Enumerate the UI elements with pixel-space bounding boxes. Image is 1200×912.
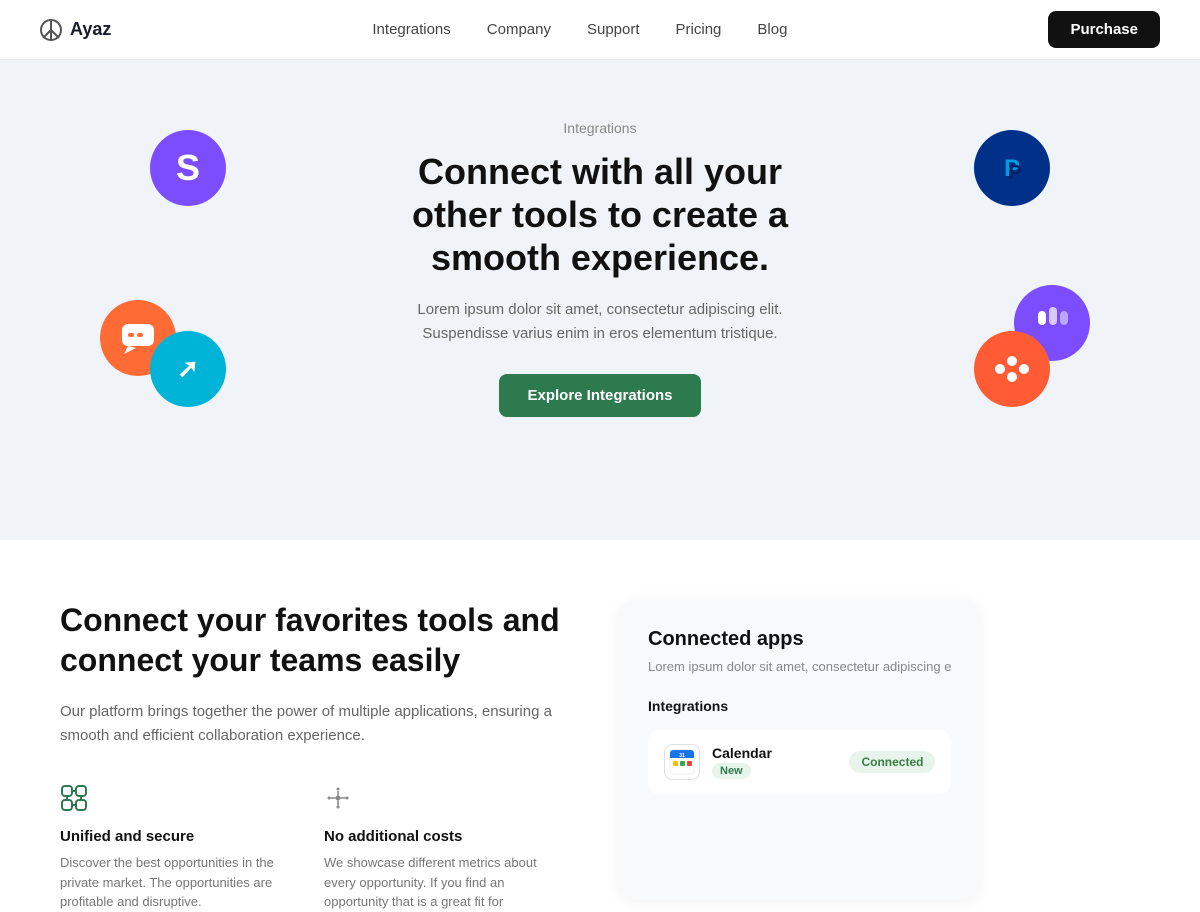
integrations-section: S P P <box>0 60 1200 540</box>
feature-desc-2: We showcase different metrics about ever… <box>324 853 560 912</box>
feature-title-1: Unified and secure <box>60 828 296 845</box>
nav-company[interactable]: Company <box>487 21 551 38</box>
chat-icon <box>100 300 176 376</box>
logo-text: Ayaz <box>70 19 111 40</box>
integrations-desc: Lorem ipsum dolor sit amet, consectetur … <box>380 298 820 346</box>
bottom-title: Connect your favorites tools and connect… <box>60 600 560 680</box>
cmd-icon <box>60 784 296 818</box>
feature-item-1: Unified and secure Discover the best opp… <box>60 784 296 912</box>
integration-name-calendar: Calendar New <box>712 745 772 779</box>
nav-blog[interactable]: Blog <box>757 21 787 38</box>
integration-item-left: 31 Calendar New <box>664 744 772 780</box>
integrations-section-label: Integrations <box>648 698 951 714</box>
connected-status: Connected <box>849 751 935 773</box>
card-title: Connected apps <box>648 628 951 651</box>
purchase-button[interactable]: Purchase <box>1048 11 1160 48</box>
new-badge: New <box>712 763 751 779</box>
logo-icon <box>40 19 62 41</box>
navbar: Ayaz Integrations Company Support Pricin… <box>0 0 1200 60</box>
logo[interactable]: Ayaz <box>40 19 111 41</box>
arrow-icon: ➚ <box>150 331 226 407</box>
features-grid: Unified and secure Discover the best opp… <box>60 784 560 912</box>
bottom-left: Connect your favorites tools and connect… <box>60 600 560 912</box>
feature-desc-1: Discover the best opportunities in the p… <box>60 853 296 912</box>
connected-apps-card: Connected apps Lorem ipsum dolor sit ame… <box>620 600 979 900</box>
svg-text:P: P <box>1008 162 1021 184</box>
svg-text:31: 31 <box>679 753 685 759</box>
paypal-icon: P P <box>974 130 1050 206</box>
sticker-icon <box>1014 285 1090 361</box>
feature-title-2: No additional costs <box>324 828 560 845</box>
svg-text:➚: ➚ <box>177 353 199 383</box>
nav-integrations[interactable]: Integrations <box>372 21 450 38</box>
integrations-label: Integrations <box>380 120 820 136</box>
bottom-desc: Our platform brings together the power o… <box>60 700 560 748</box>
nav-pricing[interactable]: Pricing <box>676 21 722 38</box>
integration-item-calendar: 31 Calendar New Connected <box>648 730 951 794</box>
hubspot-icon <box>974 331 1050 407</box>
integrations-center: Integrations Connect with all your other… <box>380 120 820 417</box>
feature-item-2: No additional costs We showcase differen… <box>324 784 560 912</box>
bottom-section: Connect your favorites tools and connect… <box>0 540 1200 912</box>
nav-support[interactable]: Support <box>587 21 640 38</box>
svg-text:P: P <box>1004 155 1020 182</box>
stars-icon <box>324 784 560 818</box>
explore-integrations-button[interactable]: Explore Integrations <box>499 374 700 417</box>
card-desc: Lorem ipsum dolor sit amet, consectetur … <box>648 659 951 674</box>
gcal-icon: 31 <box>664 744 700 780</box>
stripe-icon: S <box>150 130 226 206</box>
nav-links: Integrations Company Support Pricing Blo… <box>372 21 787 38</box>
integrations-title: Connect with all your other tools to cre… <box>380 150 820 280</box>
